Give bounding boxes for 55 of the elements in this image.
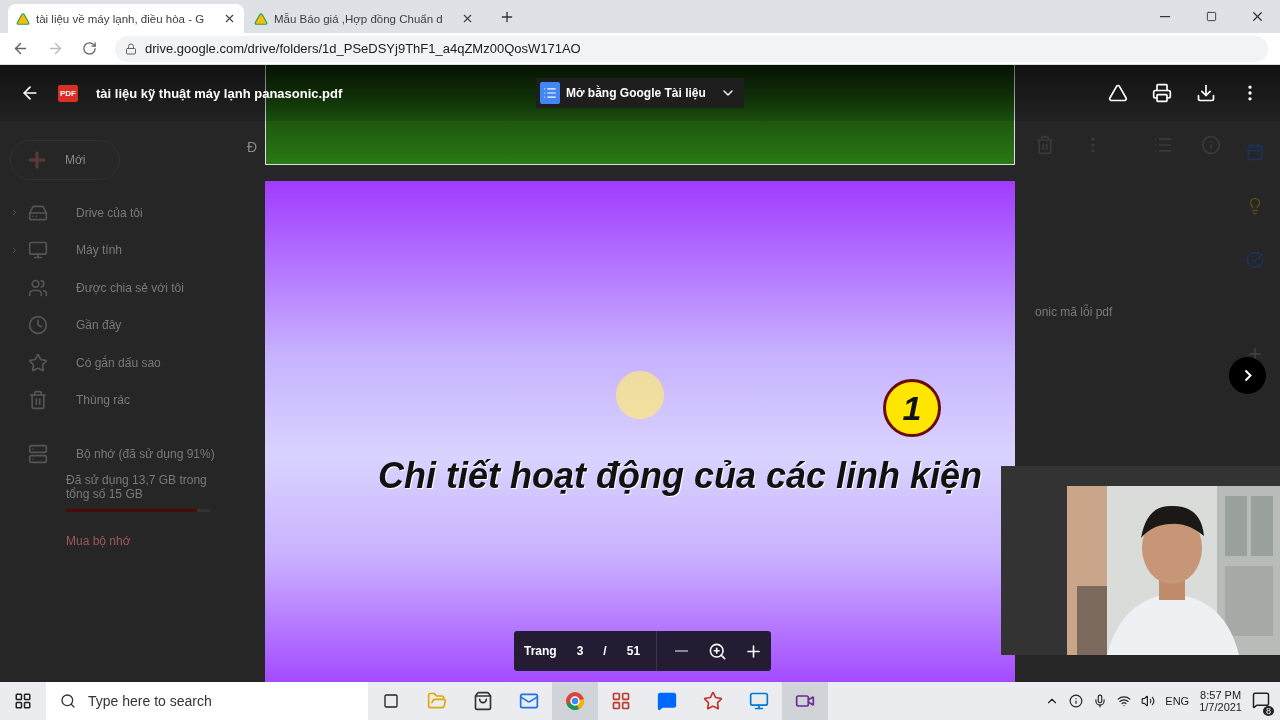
- open-with-button[interactable]: Mở bằng Google Tài liệu: [536, 78, 744, 108]
- browser-tab[interactable]: Mẫu Báo giá ,Hợp đồng Chuẩn d: [246, 4, 482, 33]
- search-field[interactable]: Type here to search: [46, 682, 368, 720]
- reload-icon[interactable]: [82, 41, 97, 56]
- sidebar-item[interactable]: Có gắn dấu sao: [10, 344, 265, 382]
- page-label: Trang: [523, 644, 558, 658]
- computer-icon: [28, 240, 48, 261]
- storage-usage: Đã sử dụng 13,7 GB trong tổng số 15 GB: [66, 472, 208, 501]
- docs-icon: [540, 82, 560, 104]
- drive-icon: [254, 11, 268, 26]
- slide-number: 1: [883, 379, 941, 437]
- header-fragment: Đ: [247, 139, 258, 155]
- sidebar-item[interactable]: Thùng rác: [10, 381, 265, 419]
- wifi-icon[interactable]: [1117, 694, 1132, 708]
- close-icon[interactable]: [461, 12, 474, 25]
- notification-icon[interactable]: [1252, 690, 1270, 709]
- print-icon[interactable]: [1152, 83, 1172, 103]
- close-icon[interactable]: [223, 12, 236, 25]
- sidebar-item[interactable]: Máy tính: [10, 231, 265, 269]
- zoom-icon: [707, 641, 727, 661]
- sidebar-item[interactable]: Drive của tôi: [10, 194, 265, 232]
- minimize-icon: [1160, 15, 1170, 18]
- minus-icon: [674, 650, 688, 652]
- next-button[interactable]: [1229, 357, 1266, 394]
- people-icon: [28, 277, 48, 298]
- back-icon[interactable]: [12, 40, 29, 57]
- search-icon: [60, 693, 76, 709]
- sidebar-item[interactable]: Gần đây: [10, 306, 265, 344]
- download-icon[interactable]: [1196, 83, 1216, 103]
- file-name-fragment: onic mã lỗi pdf: [1035, 305, 1114, 319]
- storage-label: Bộ nhớ (đã sử dụng 91%): [76, 446, 215, 461]
- sidebar-item[interactable]: Được chia sẻ với tôi: [10, 269, 265, 307]
- address-bar[interactable]: drive.google.com/drive/folders/1d_PSeDSYj9ThF1_a4qZMz00QosW171AO: [115, 35, 1268, 62]
- lock-icon: [125, 42, 137, 55]
- browser-tab[interactable]: tài liệu về máy lạnh, điều hòa - G: [8, 4, 244, 33]
- page-number-field[interactable]: 3: [566, 644, 594, 658]
- language-indicator[interactable]: ENG: [1165, 695, 1190, 707]
- drive-icon: [16, 11, 30, 26]
- clock-icon: [28, 315, 48, 336]
- trash-icon: [28, 390, 48, 411]
- clock[interactable]: 8:57 PM 1/7/2021: [1199, 689, 1242, 713]
- mic-icon[interactable]: [1093, 694, 1108, 708]
- slide-title: Chi tiết hoạt động của các linh kiện: [377, 455, 983, 497]
- page-separator: /: [602, 644, 608, 658]
- storage-icon: [28, 443, 48, 464]
- star-icon: [28, 352, 48, 373]
- page-total: 51: [625, 644, 642, 658]
- volume-icon[interactable]: [1141, 694, 1156, 708]
- chrome-icon[interactable]: [552, 682, 598, 720]
- maximize-icon: [1205, 11, 1217, 22]
- notification-count: 8: [1263, 705, 1274, 716]
- pdf-badge: PDF: [58, 84, 78, 102]
- video-app-icon[interactable]: [782, 682, 828, 720]
- windows-icon: [14, 692, 32, 710]
- chevron-right-icon: [1243, 369, 1252, 382]
